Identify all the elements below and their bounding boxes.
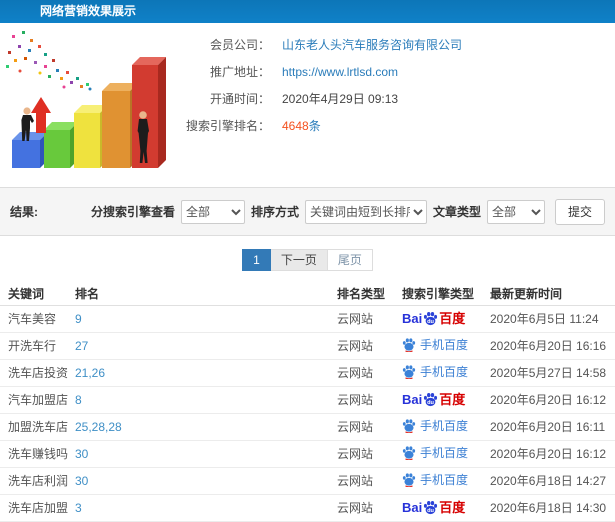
open-time-label: 开通时间： xyxy=(209,92,270,106)
engine-rank-label: 搜索引擎排名： xyxy=(185,119,270,133)
update-time-cell: 2020年6月5日 11:24 xyxy=(490,305,615,333)
table-row: 洗车店加盟 3 云网站 Bai du 百度 2020年6月18日 14:30 xyxy=(0,494,615,522)
rank-type-cell: 云网站 xyxy=(337,440,402,468)
svg-text:du: du xyxy=(427,400,434,406)
sort-filter-label: 排序方式 xyxy=(250,205,299,219)
keyword-cell: 开洗车行 xyxy=(0,332,75,360)
account-info-section: 会员公司： 山东老人头汽车服务咨询有限公司 推广地址： https://www.… xyxy=(0,23,615,187)
rank-link[interactable]: 8 xyxy=(75,393,82,407)
engine-rank-unit: 条 xyxy=(308,119,321,133)
sort-filter-select[interactable]: 关键词由短到长排序 xyxy=(304,199,427,224)
member-company-link[interactable]: 山东老人头汽车服务咨询有限公司 xyxy=(282,36,462,53)
rank-type-cell: 云网站 xyxy=(337,413,402,441)
promo-url-row: 推广地址： https://www.lrtlsd.com xyxy=(180,64,615,80)
submit-button[interactable]: 提交 xyxy=(554,198,605,225)
table-row: 洗车赚钱吗 30 云网站 手机百度 2020年6月20日 16:12 xyxy=(0,440,615,468)
update-time-cell: 2020年6月18日 14:30 xyxy=(490,494,615,522)
svg-text:du: du xyxy=(427,319,434,325)
rank-link[interactable]: 21,26 xyxy=(75,366,105,380)
rank-type-cell: 云网站 xyxy=(337,467,402,495)
last-page-button[interactable]: 尾页 xyxy=(327,249,373,271)
update-time-cell: 2020年5月27日 14:58 xyxy=(490,359,615,387)
open-time-value: 2020年4月29日 09:13 xyxy=(282,92,399,106)
mobile-baidu-logo: 手机百度 xyxy=(402,363,468,380)
header-ranktype: 排名类型 xyxy=(337,283,402,306)
update-time-cell: 2020年6月20日 16:12 xyxy=(490,386,615,414)
baidu-logo: Bai du 百度 xyxy=(402,310,466,326)
engine-filter-select[interactable]: 全部 xyxy=(180,199,245,224)
update-time-cell: 2020年6月18日 14:27 xyxy=(490,467,615,495)
promo-url-link[interactable]: https://www.lrtlsd.com xyxy=(282,65,398,79)
type-filter-select[interactable]: 全部 xyxy=(486,199,545,224)
table-row: 汽车美容 9 云网站 Bai du 百度 2020年6月5日 11:24 xyxy=(0,305,615,333)
keyword-cell: 洗车赚钱吗 xyxy=(0,440,75,468)
baidu-logo: Bai du 百度 xyxy=(402,391,466,407)
engine-rank-row: 搜索引擎排名： 4648条 xyxy=(180,118,615,133)
rank-link[interactable]: 25,28,28 xyxy=(75,420,122,434)
header-keyword: 关键词 xyxy=(0,283,75,306)
header-time: 最新更新时间 xyxy=(490,283,615,306)
table-row: 汽车加盟店 8 云网站 Bai du 百度 2020年6月20日 16:12 xyxy=(0,386,615,414)
next-page-button[interactable]: 下一页 xyxy=(270,249,328,271)
rank-link[interactable]: 27 xyxy=(75,339,88,353)
growth-bar-chart-illustration xyxy=(0,23,180,183)
member-company-label: 会员公司： xyxy=(209,38,270,52)
update-time-cell: 2020年6月20日 16:16 xyxy=(490,332,615,360)
keyword-cell: 汽车美容 xyxy=(0,305,75,333)
header-rank: 排名 xyxy=(75,283,337,306)
keyword-cell: 汽车加盟店 xyxy=(0,386,75,414)
keyword-cell: 洗车店利润 xyxy=(0,467,75,495)
rank-type-cell: 云网站 xyxy=(337,386,402,414)
mobile-baidu-logo: 手机百度 xyxy=(402,417,468,434)
rank-link[interactable]: 30 xyxy=(75,447,88,461)
rank-link[interactable]: 30 xyxy=(75,474,88,488)
rank-type-cell: 云网站 xyxy=(337,359,402,387)
pagination: 1 下一页 尾页 xyxy=(0,236,615,283)
table-row: 洗车店投资 21,26 云网站 手机百度 2020年5月27日 14:58 xyxy=(0,359,615,387)
engine-filter-label: 分搜索引擎查看 xyxy=(90,205,175,219)
table-row: 加盟洗车店 25,28,28 云网站 手机百度 2020年6月20日 16:11 xyxy=(0,413,615,441)
table-row: 洗车店利润 30 云网站 手机百度 2020年6月18日 14:27 xyxy=(0,467,615,495)
mobile-baidu-logo: 手机百度 xyxy=(402,471,468,488)
rank-type-cell: 云网站 xyxy=(337,494,402,522)
table-row: 开洗车行 27 云网站 手机百度 2020年6月20日 16:16 xyxy=(0,332,615,360)
mobile-baidu-logo: 手机百度 xyxy=(402,336,468,353)
update-time-cell: 2020年6月20日 16:11 xyxy=(490,413,615,441)
result-label: 结果: xyxy=(10,205,38,219)
account-info-list: 会员公司： 山东老人头汽车服务咨询有限公司 推广地址： https://www.… xyxy=(180,23,615,187)
member-company-row: 会员公司： 山东老人头汽车服务咨询有限公司 xyxy=(180,37,615,52)
rank-type-cell: 云网站 xyxy=(337,305,402,333)
keyword-cell: 洗车店投资 xyxy=(0,359,75,387)
type-filter-label: 文章类型 xyxy=(432,205,481,219)
rank-type-cell: 云网站 xyxy=(337,332,402,360)
open-time-row: 开通时间： 2020年4月29日 09:13 xyxy=(180,91,615,106)
svg-text:du: du xyxy=(427,508,434,514)
engine-rank-count: 4648 xyxy=(282,119,309,133)
page-1-button[interactable]: 1 xyxy=(242,249,271,271)
keyword-cell: 加盟洗车店 xyxy=(0,413,75,441)
page-title: 网络营销效果展示 xyxy=(0,0,615,23)
confetti-dots xyxy=(6,31,92,91)
update-time-cell: 2020年6月20日 16:12 xyxy=(490,440,615,468)
table-header-row: 关键词 排名 排名类型 搜索引擎类型 最新更新时间 xyxy=(0,283,615,306)
baidu-logo: Bai du 百度 xyxy=(402,499,466,515)
keyword-rank-table: 关键词 排名 排名类型 搜索引擎类型 最新更新时间 汽车美容 9 云网站 Bai… xyxy=(0,283,615,522)
rank-link[interactable]: 3 xyxy=(75,501,82,515)
header-engine: 搜索引擎类型 xyxy=(402,283,490,306)
mobile-baidu-logo: 手机百度 xyxy=(402,444,468,461)
filter-bar: 结果: 分搜索引擎查看 全部 排序方式 关键词由短到长排序 文章类型 全部 提交 xyxy=(0,187,615,236)
rank-link[interactable]: 9 xyxy=(75,312,82,326)
promo-url-label: 推广地址： xyxy=(209,65,270,79)
keyword-cell: 洗车店加盟 xyxy=(0,494,75,522)
